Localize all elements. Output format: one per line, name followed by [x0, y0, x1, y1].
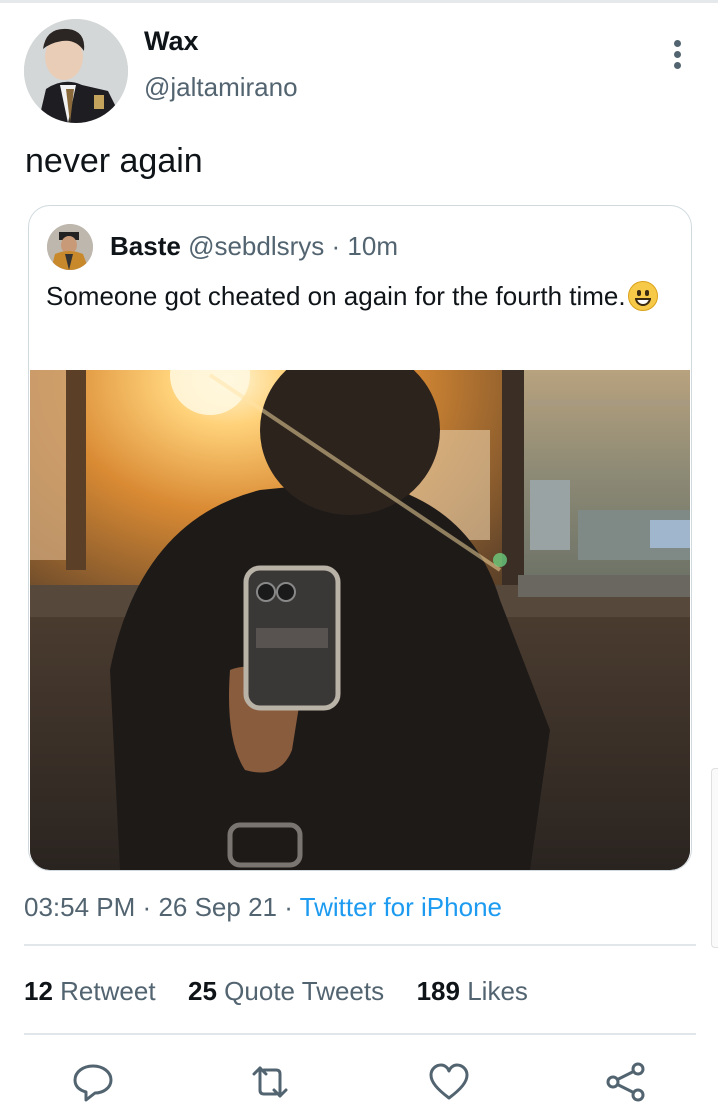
scrollbar-thumb[interactable]	[711, 768, 718, 948]
likes-stat[interactable]: 189 Likes	[417, 976, 528, 1006]
author-handle[interactable]: @jaltamirano	[144, 72, 298, 103]
divider	[24, 1033, 696, 1035]
author-display-name[interactable]: Wax	[144, 26, 199, 57]
separator-dot: ·	[142, 892, 152, 922]
retweets-stat[interactable]: 12 Retweet	[24, 976, 156, 1006]
more-vertical-icon[interactable]	[664, 38, 692, 72]
likes-label: Likes	[467, 976, 528, 1006]
quotes-label: Quote Tweets	[224, 976, 385, 1006]
quoted-tweet-photo[interactable]	[30, 370, 690, 870]
like-icon[interactable]	[427, 1060, 471, 1104]
tweet-date: 26 Sep 21	[158, 892, 277, 922]
retweet-icon[interactable]	[248, 1060, 292, 1104]
separator-dot: ·	[284, 892, 293, 922]
top-divider	[0, 0, 718, 3]
quoted-avatar-photo	[47, 224, 93, 270]
quoted-tweet-text: Someone got cheated on again for the fou…	[46, 281, 626, 311]
quotes-count: 25	[188, 976, 217, 1006]
quoted-author-avatar[interactable]	[47, 224, 93, 270]
quote-tweets-stat[interactable]: 25 Quote Tweets	[188, 976, 384, 1006]
tweet-source-link[interactable]: Twitter for iPhone	[300, 892, 502, 922]
tweet-meta: 03:54 PM · 26 Sep 21 · Twitter for iPhon…	[24, 892, 502, 923]
quoted-tweet-time: 10m	[347, 231, 398, 261]
author-avatar[interactable]	[24, 19, 128, 123]
retweets-count: 12	[24, 976, 53, 1006]
sunlit-selfie-image	[30, 370, 690, 870]
quoted-tweet-card[interactable]: Baste @sebdlsrys · 10m Someone got cheat…	[28, 205, 692, 871]
quoted-author-name[interactable]: Baste	[110, 231, 181, 261]
retweets-label: Retweet	[60, 976, 156, 1006]
share-icon[interactable]	[604, 1060, 648, 1104]
separator-dot: ·	[331, 231, 341, 261]
quoted-tweet-header: Baste @sebdlsrys · 10m	[110, 231, 398, 262]
divider	[24, 944, 696, 946]
tweet-timestamp: 03:54 PM	[24, 892, 136, 922]
avatar-photo	[24, 19, 128, 123]
tweet-stats: 12 Retweet 25 Quote Tweets 189 Likes	[24, 976, 528, 1007]
quoted-author-handle[interactable]: @sebdlsrys	[188, 231, 324, 261]
likes-count: 189	[416, 976, 460, 1006]
quoted-tweet-text-block: Someone got cheated on again for the fou…	[46, 280, 666, 313]
reply-icon[interactable]	[71, 1060, 115, 1104]
tweet-text: never again	[25, 142, 203, 180]
grinning-face-emoji	[627, 281, 658, 311]
